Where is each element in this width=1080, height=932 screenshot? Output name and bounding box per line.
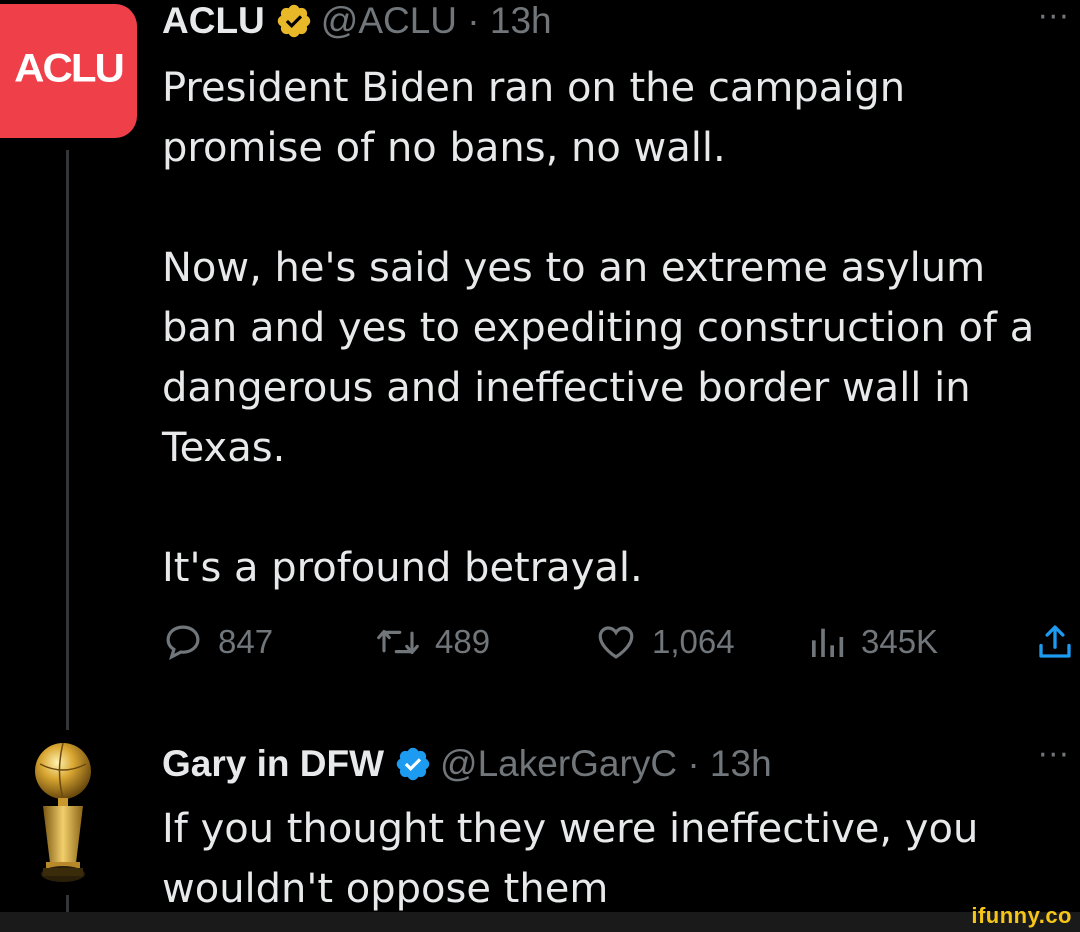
ifunny-watermark: ifunny.co bbox=[971, 903, 1072, 928]
author-handle-time[interactable]: @ACLU · 13h bbox=[321, 0, 552, 42]
thread-line bbox=[66, 150, 69, 730]
more-options-icon[interactable]: ··· bbox=[1038, 738, 1070, 773]
watermark-bar bbox=[0, 912, 1080, 932]
aclu-avatar[interactable]: ACLU bbox=[0, 4, 137, 138]
views-count: 345K bbox=[861, 623, 939, 660]
blue-verified-badge-icon bbox=[396, 747, 430, 781]
reply-button[interactable]: 847 bbox=[162, 612, 273, 672]
tweet-header: ACLU @ACLU · 13h bbox=[162, 0, 552, 49]
repost-count: 489 bbox=[435, 623, 491, 660]
author-name[interactable]: Gary in DFW bbox=[162, 743, 384, 785]
author-name[interactable]: ACLU bbox=[162, 0, 265, 42]
gold-verified-badge-icon bbox=[277, 4, 310, 38]
repost-icon bbox=[377, 629, 419, 655]
reply-icon bbox=[166, 625, 200, 660]
reply-count: 847 bbox=[218, 623, 274, 660]
tweet-text: President Biden ran on the campaign prom… bbox=[162, 65, 1035, 591]
heart-icon bbox=[598, 626, 634, 659]
reply-header: Gary in DFW @LakerGaryC · 13h bbox=[162, 736, 772, 792]
aclu-logo: ACLU bbox=[14, 45, 125, 90]
share-icon bbox=[1039, 625, 1071, 658]
trophy-avatar[interactable] bbox=[28, 738, 98, 888]
reply-text: If you thought they were ineffective, yo… bbox=[162, 806, 979, 912]
like-button[interactable]: 1,064 bbox=[594, 612, 735, 672]
more-options-icon[interactable]: ··· bbox=[1038, 0, 1070, 35]
views-chart-icon bbox=[812, 628, 844, 657]
tweet-actions: 847 489 1,064 345K bbox=[162, 612, 1080, 672]
share-button[interactable] bbox=[1034, 612, 1076, 672]
like-count: 1,064 bbox=[652, 623, 735, 660]
views-button[interactable]: 345K bbox=[807, 612, 938, 672]
author-handle-time[interactable]: @LakerGaryC · 13h bbox=[440, 743, 772, 785]
repost-button[interactable]: 489 bbox=[375, 612, 490, 672]
